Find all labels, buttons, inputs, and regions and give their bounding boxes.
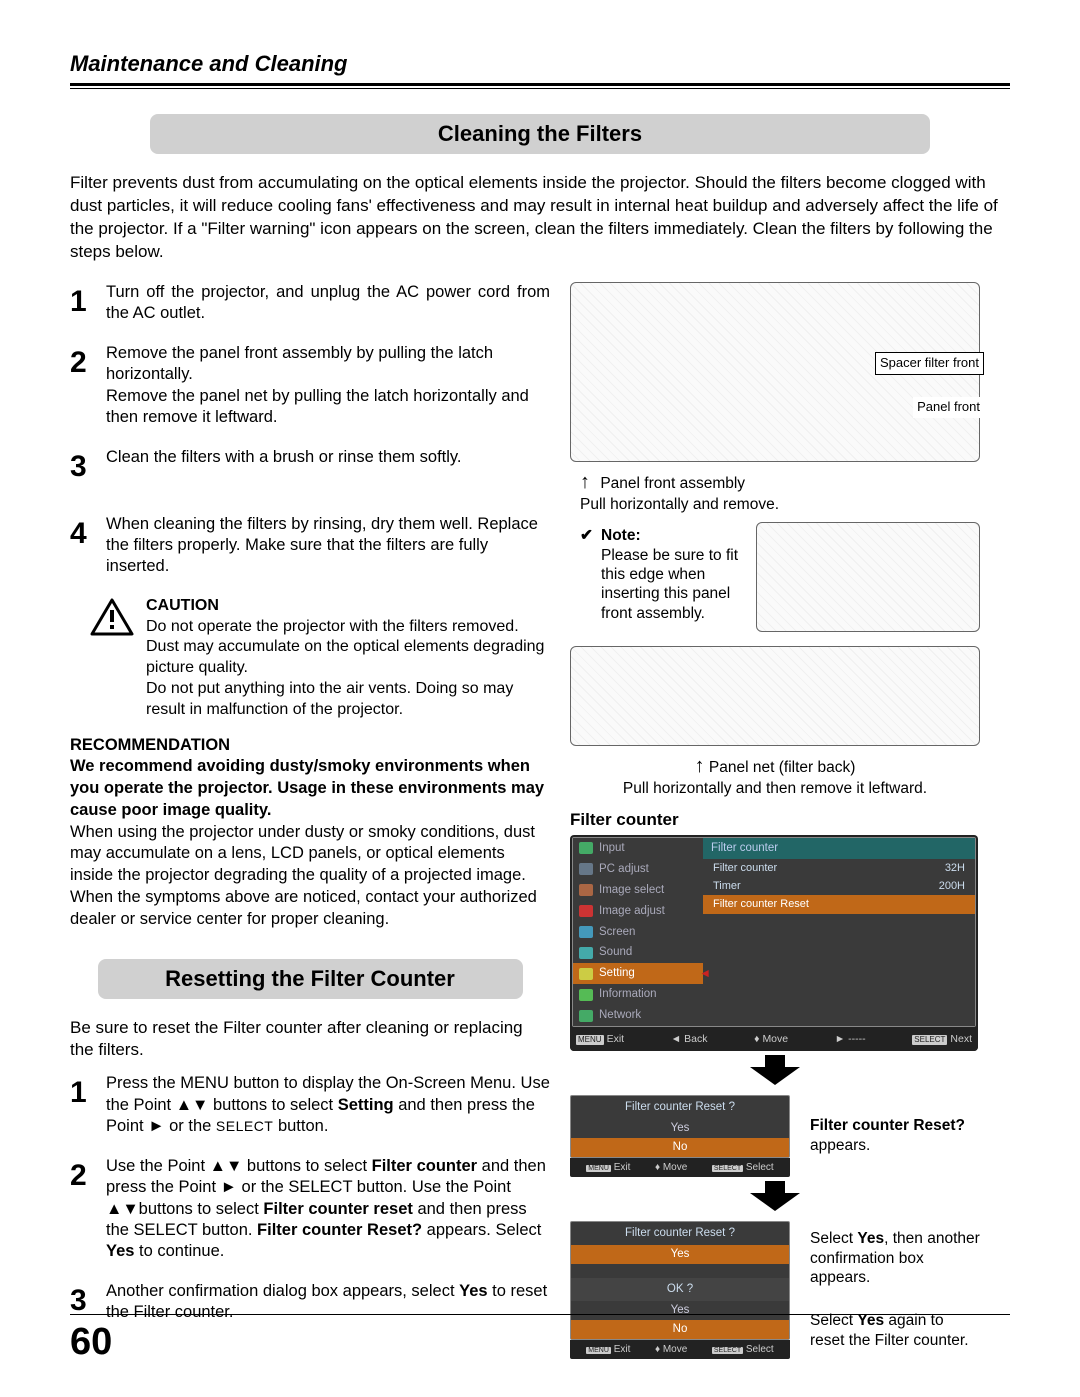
panel-front-label: Panel front [913, 397, 984, 418]
information-icon [579, 989, 593, 1001]
panel-net-pull-label: Pull horizontally and then remove it lef… [570, 779, 980, 798]
reset-step-1: 1 Press the MENU button to display the O… [70, 1073, 550, 1137]
step-3: 3 Clean the filters with a brush or rins… [70, 447, 550, 486]
filter-insert-sketch-icon [756, 522, 980, 632]
note-title: Note: [601, 527, 641, 544]
input-icon [579, 842, 593, 854]
sound-icon [579, 947, 593, 959]
step-text: Another confirmation dialog box appears,… [106, 1281, 550, 1324]
reset-intro: Be sure to reset the Filter counter afte… [70, 1017, 550, 1061]
diagram-panel-front: Spacer filter front Panel front [570, 282, 980, 462]
recommendation-body: When using the projector under dusty or … [70, 823, 537, 928]
caution-body: CAUTION Do not operate the projector wit… [146, 596, 550, 721]
step-text: When cleaning the filters by rinsing, dr… [106, 514, 550, 578]
step-number: 3 [70, 447, 92, 486]
warning-triangle-icon [90, 598, 134, 636]
arrow-up-icon [580, 470, 590, 495]
section-bar-reset: Resetting the Filter Counter [98, 959, 523, 1000]
diagram-caption2: Pull horizontally and remove. [580, 495, 980, 514]
step-4: 4 When cleaning the filters by rinsing, … [70, 514, 550, 578]
arrow-down-icon [570, 1181, 980, 1217]
osd-menu-screenshot: Input PC adjust Image select Image adjus… [570, 835, 978, 1051]
diagram-filter-insert [756, 522, 980, 632]
reset-section: Resetting the Filter Counter Be sure to … [70, 959, 550, 1324]
note-block: ✔ Note: Please be sure to fit this edge … [580, 526, 750, 623]
dialog-row-1: Filter counter Reset ? Yes No MENU Exit … [570, 1095, 980, 1177]
dialog-footer: MENU Exit ♦ Move SELECT Select [570, 1340, 790, 1359]
dialog-row-2: Filter counter Reset ? Yes OK ? Yes No M… [570, 1221, 980, 1359]
network-icon [579, 1010, 593, 1022]
reset-step-2: 2 Use the Point ▲▼ buttons to select Fil… [70, 1156, 550, 1263]
note-diagram-row: ✔ Note: Please be sure to fit this edge … [570, 522, 980, 640]
note-body: Please be sure to fit this edge when ins… [601, 547, 738, 622]
step-number: 1 [70, 1073, 92, 1112]
dialog-footer: MENU Exit ♦ Move SELECT Select [570, 1158, 790, 1177]
osd-menu-footer: MENU Exit ◄Back ♦ Move ► ----- SELECT Ne… [570, 1029, 978, 1051]
caution-text: Do not operate the projector with the fi… [146, 618, 544, 718]
two-column-layout: 1 Turn off the projector, and unplug the… [70, 282, 1010, 1363]
step-number: 2 [70, 343, 92, 382]
checkmark-icon: ✔ [580, 526, 593, 623]
recommendation-strong: We recommend avoiding dusty/smoky enviro… [70, 756, 550, 821]
step-text: Remove the panel front assembly by pulli… [106, 343, 550, 429]
diagram-panel-net [570, 646, 980, 746]
osd-menu-right: Filter counter Filter counter32H Timer20… [703, 838, 975, 1026]
diagram-caption: Panel front assembly [580, 470, 980, 495]
reset-step-3: 3 Another confirmation dialog box appear… [70, 1281, 550, 1324]
step-number: 4 [70, 514, 92, 553]
recommendation-block: RECOMMENDATION We recommend avoiding dus… [70, 735, 550, 931]
dialog-side-text2: Select Yes, then another confirmation bo… [810, 1229, 980, 1350]
dialog-reset-confirm2: Filter counter Reset ? Yes OK ? Yes No [570, 1221, 790, 1340]
section-bar-cleaning: Cleaning the Filters [150, 114, 930, 155]
spacer-filter-label: Spacer filter front [875, 352, 984, 375]
intro-paragraph: Filter prevents dust from accumulating o… [70, 172, 1010, 264]
caution-block: CAUTION Do not operate the projector wit… [90, 596, 550, 721]
step-2: 2 Remove the panel front assembly by pul… [70, 343, 550, 429]
right-column: Spacer filter front Panel front Panel fr… [570, 282, 980, 1363]
step-number: 1 [70, 282, 92, 321]
arrow-up-icon [695, 754, 705, 779]
dialog-side-text: Filter counter Reset? appears. [810, 1116, 980, 1155]
caution-title: CAUTION [146, 596, 550, 617]
screen-icon [579, 926, 593, 938]
left-column: 1 Turn off the projector, and unplug the… [70, 282, 550, 1363]
panel-net-sketch-icon [570, 646, 980, 746]
step-1: 1 Turn off the projector, and unplug the… [70, 282, 550, 325]
step-text: Use the Point ▲▼ buttons to select Filte… [106, 1156, 550, 1263]
step-number: 2 [70, 1156, 92, 1195]
step-text: Clean the filters with a brush or rinse … [106, 447, 550, 468]
step-text: Turn off the projector, and unplug the A… [106, 282, 550, 325]
page-number: 60 [70, 1318, 112, 1367]
arrow-down-icon [570, 1055, 980, 1091]
image-select-icon [579, 884, 593, 896]
pc-adjust-icon [579, 863, 593, 875]
image-adjust-icon [579, 905, 593, 917]
chapter-title: Maintenance and Cleaning [70, 50, 1010, 86]
step-text: Press the MENU button to display the On-… [106, 1073, 550, 1137]
osd-menu-left: Input PC adjust Image select Image adjus… [573, 838, 703, 1026]
footer-divider [70, 1314, 1010, 1315]
dialog-reset-confirm: Filter counter Reset ? Yes No [570, 1095, 790, 1158]
setting-icon [579, 968, 593, 980]
recommendation-title: RECOMMENDATION [70, 736, 230, 754]
panel-net-label: Panel net (filter back) [570, 754, 980, 779]
chapter-title-underline [70, 88, 1010, 89]
filter-counter-heading: Filter counter [570, 809, 980, 831]
